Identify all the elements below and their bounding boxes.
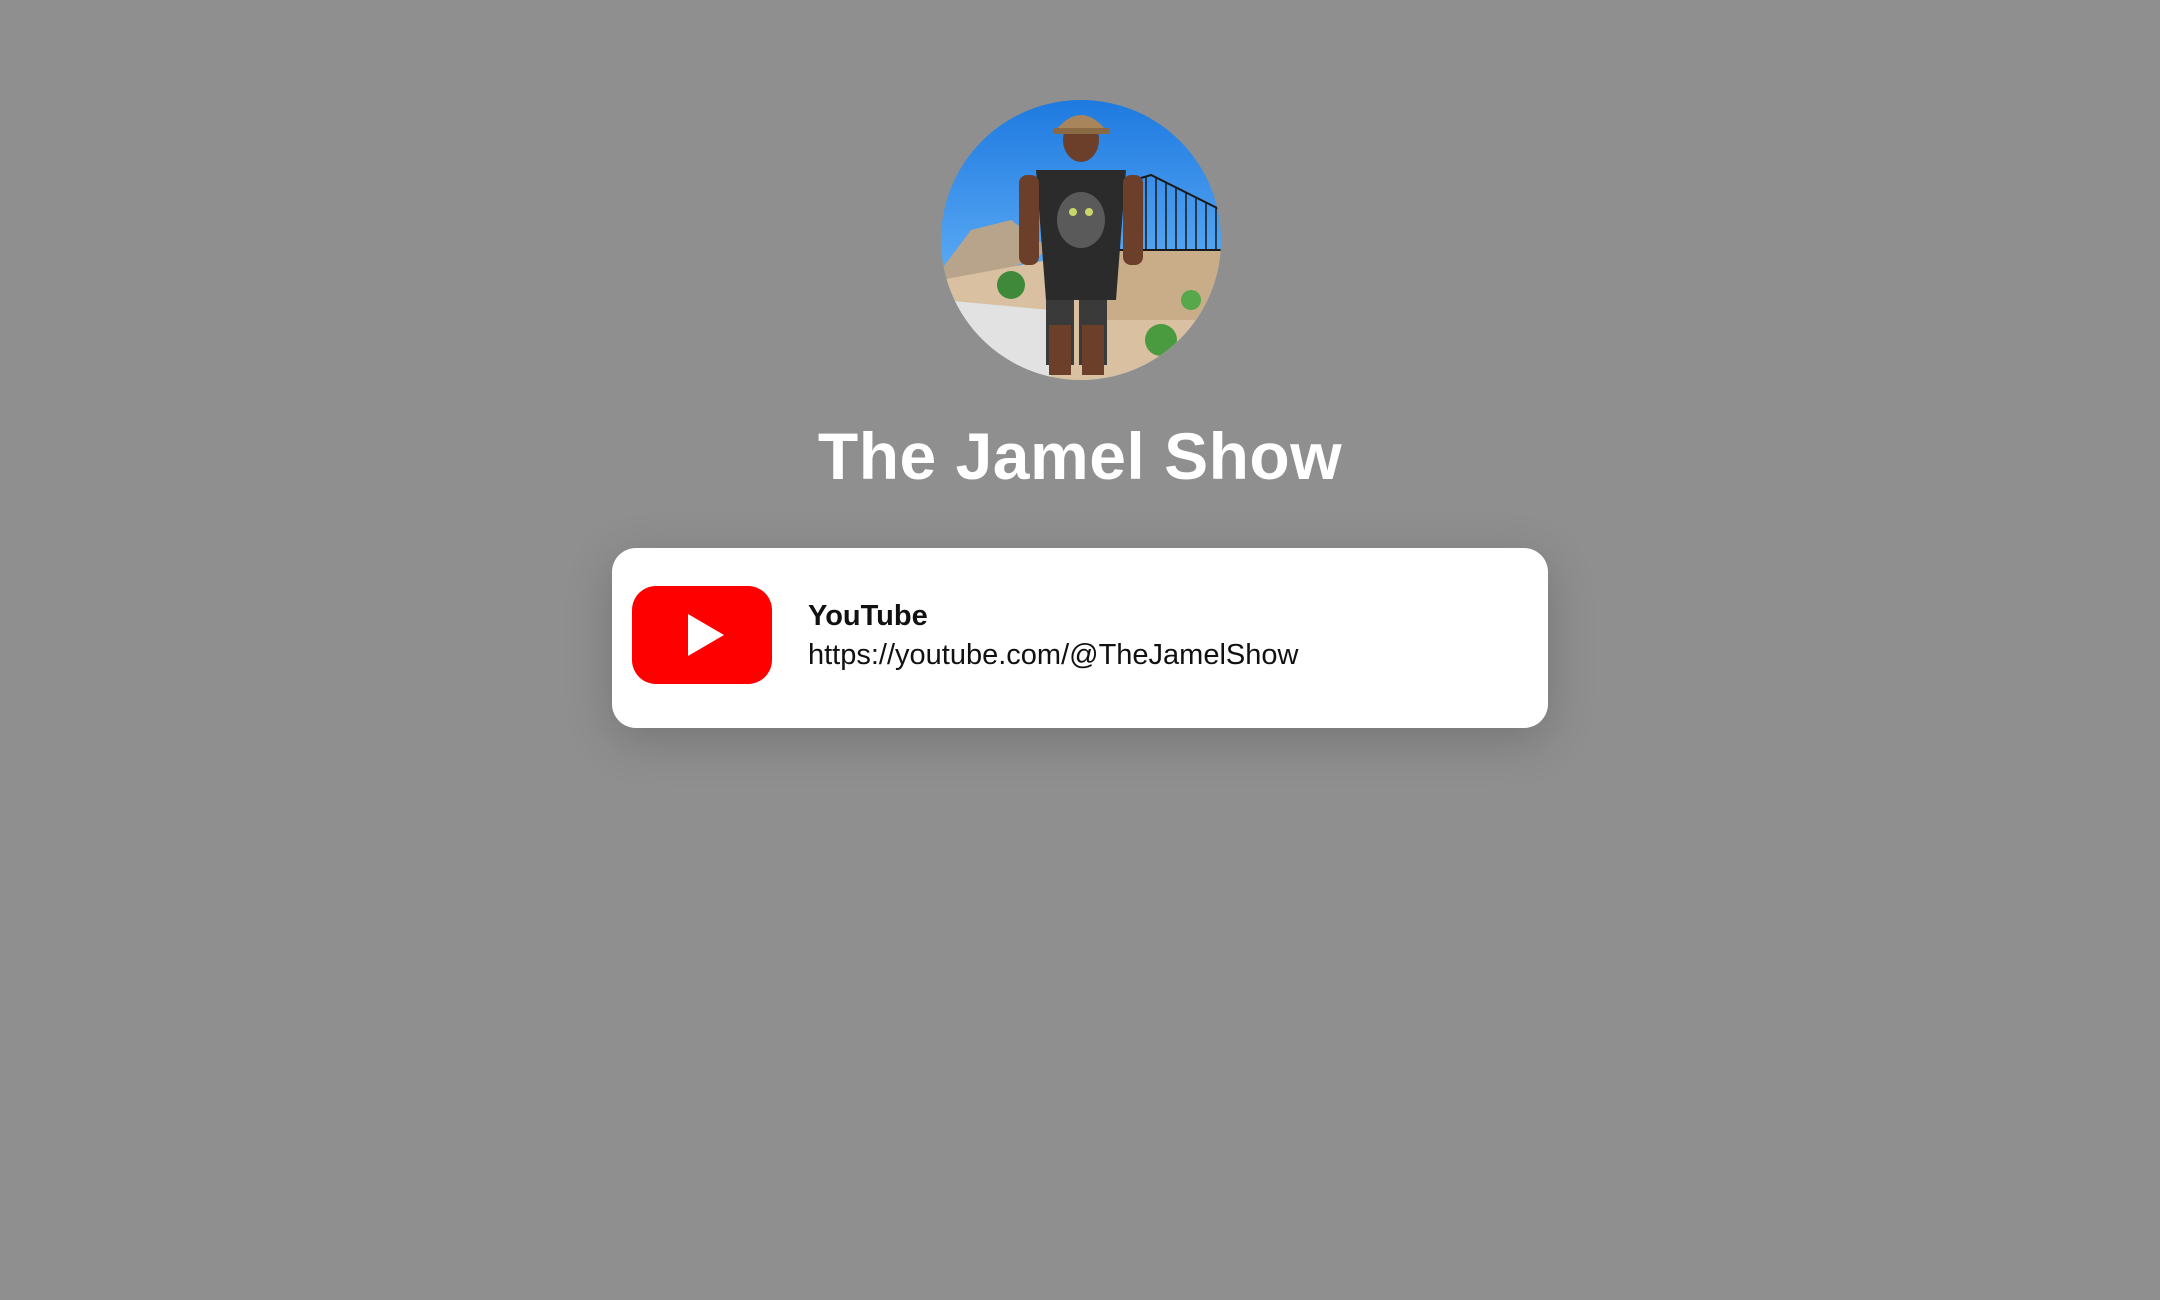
profile-photo-icon [941,100,1221,380]
link-title: YouTube [808,600,928,632]
avatar [941,100,1221,380]
link-text: YouTube https://youtube.com/@TheJamelSho… [808,598,1298,676]
page-title: The Jamel Show [817,419,1343,493]
link-url: https://youtube.com/@TheJamelShow [808,639,1299,671]
youtube-icon [632,586,772,684]
youtube-link-card[interactable]: YouTube https://youtube.com/@TheJamelSho… [612,548,1548,728]
